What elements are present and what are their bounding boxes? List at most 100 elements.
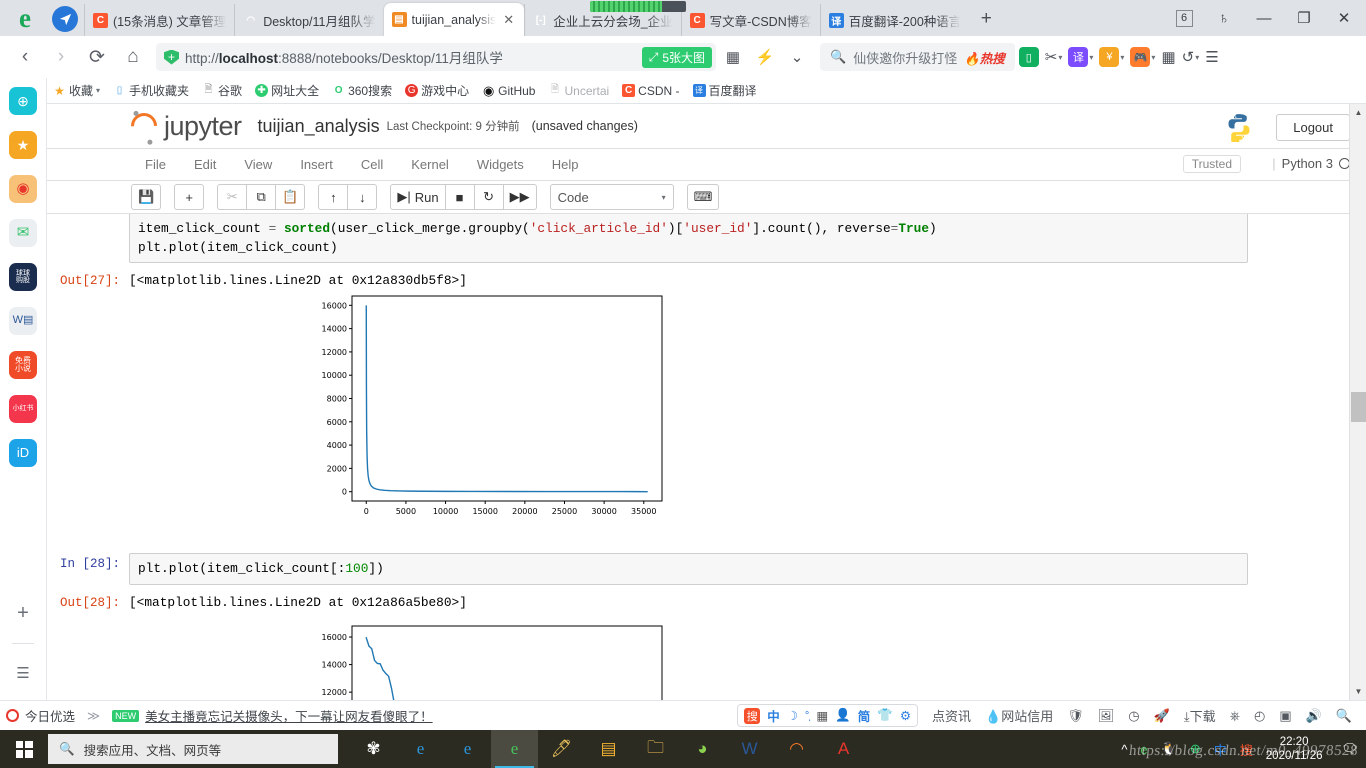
move-cell-up-button[interactable]: ↑	[318, 184, 349, 210]
jupyter-logo[interactable]: jupyter	[125, 107, 242, 145]
iqiyi-icon[interactable]: iD	[9, 439, 37, 467]
browser-tab-1[interactable]: ◠ Desktop/11月组队学	[234, 4, 383, 36]
reader-mode-icon[interactable]: ▣	[1279, 708, 1291, 724]
back-button[interactable]: ‹	[8, 40, 42, 74]
chevron-double-icon[interactable]: ≫	[81, 708, 106, 723]
menu-help[interactable]: Help	[538, 153, 593, 176]
stop-button[interactable]: ■	[444, 184, 475, 210]
app-folder-icon[interactable]: 🗀	[632, 730, 679, 768]
browser-tab-0[interactable]: C (15条消息) 文章管理	[84, 4, 234, 36]
ime-keyboard-icon[interactable]: ▦	[816, 708, 828, 723]
menu-file[interactable]: File	[131, 153, 180, 176]
menu-insert[interactable]: Insert	[286, 153, 347, 176]
scrollbar-thumb[interactable]	[1351, 392, 1366, 422]
menu-widgets[interactable]: Widgets	[463, 153, 538, 176]
menu-edit[interactable]: Edit	[180, 153, 230, 176]
mail-icon[interactable]: ✉	[9, 219, 37, 247]
start-button[interactable]	[0, 730, 48, 768]
reload-icon[interactable]: ⟳	[80, 40, 114, 74]
shield-alt-icon[interactable]: ◴	[1254, 708, 1265, 724]
tray-safeguard-icon[interactable]: ⊕	[1190, 741, 1201, 757]
ime-settings-gear-icon[interactable]: ⚙	[900, 708, 911, 723]
sogou-ime-icon[interactable]: 搜	[744, 707, 761, 724]
minimize-button[interactable]: —	[1244, 1, 1284, 35]
rail-list-button[interactable]: ☰	[9, 660, 37, 688]
bookmark-item-5[interactable]: G 游戏中心	[400, 80, 474, 101]
screenshot-scissors-icon[interactable]: ✂ ▾	[1043, 48, 1065, 66]
copy-cell-button[interactable]: ⧉	[246, 184, 277, 210]
taskbar-search-input[interactable]: 🔍 搜索应用、文档、网页等	[48, 734, 338, 764]
bookmark-item-6[interactable]: ◉ GitHub	[477, 82, 540, 100]
url-input[interactable]: http://localhost:8888/notebooks/Desktop/…	[156, 43, 716, 71]
app-ie-icon[interactable]: e	[397, 730, 444, 768]
weibo-icon[interactable]: ◉	[9, 175, 37, 203]
home-icon[interactable]: ⌂	[116, 40, 150, 74]
hot-search-label[interactable]: 🔥热搜	[964, 48, 1005, 67]
xiaohongshu-icon[interactable]: 小红书	[9, 395, 37, 423]
ime-user-icon[interactable]: 👤	[835, 708, 851, 723]
bookmark-manager-icon[interactable]: ⎈	[1230, 708, 1240, 724]
shopping-coupon-icon[interactable]: ¥ ▾	[1097, 47, 1126, 67]
app-jupyter-icon[interactable]: ◠	[773, 730, 820, 768]
tab-count-badge[interactable]: 6	[1164, 1, 1204, 35]
close-icon[interactable]: ✕	[501, 12, 516, 28]
browser-tab-4[interactable]: C 写文章-CSDN博客	[680, 4, 820, 36]
app-fan-icon[interactable]: ✾	[350, 730, 397, 768]
command-palette-button[interactable]: ⌨	[686, 184, 720, 210]
taskbar-clock[interactable]: 22:20 2020/11/26	[1266, 735, 1329, 764]
navigator-icon[interactable]	[52, 6, 78, 32]
today-picks-label[interactable]: 今日优选	[25, 706, 75, 725]
scroll-down-arrow-icon[interactable]: ▼	[1350, 683, 1366, 700]
qr-code-icon[interactable]: ▦	[718, 42, 748, 72]
forward-button[interactable]: ›	[44, 40, 78, 74]
bookmark-item-7[interactable]: 🗎 Uncertai	[543, 82, 614, 100]
close-button[interactable]: ✕	[1324, 1, 1364, 35]
bookmark-item-2[interactable]: 🗎 谷歌	[197, 80, 247, 101]
ime-moon-icon[interactable]: ☽	[787, 708, 798, 723]
trusted-badge[interactable]: Trusted	[1182, 155, 1241, 173]
run-button[interactable]: ▶| Run	[390, 184, 446, 210]
bookmark-item-8[interactable]: C CSDN -	[617, 82, 684, 100]
app-pdf-icon[interactable]: ▤	[585, 730, 632, 768]
menu-kernel[interactable]: Kernel	[397, 153, 463, 176]
app-360-browser-icon[interactable]: e	[491, 730, 538, 768]
code-editor-28[interactable]: plt.plot(item_click_count[:100])	[129, 553, 1248, 585]
tray-360-icon[interactable]: e	[1140, 742, 1147, 757]
chevron-down-icon[interactable]: ▾	[96, 86, 100, 95]
game-controller-icon[interactable]: 🎮 ▾	[1128, 47, 1157, 67]
app-chat-icon[interactable]: ◕	[679, 730, 726, 768]
news-source-label[interactable]: 点资讯	[932, 706, 971, 725]
ime-lang-chinese[interactable]: 中	[767, 706, 780, 725]
code-editor-27[interactable]: item_click_count = sorted(user_click_mer…	[129, 214, 1248, 264]
app-pen-icon[interactable]: 🖊	[538, 730, 585, 768]
move-cell-down-button[interactable]: ↓	[347, 184, 378, 210]
jd-icon[interactable]: ⊕	[9, 87, 37, 115]
lantern-icon[interactable]: ▯	[1017, 47, 1041, 67]
clock-icon[interactable]: ◷	[1128, 708, 1139, 724]
site-credit-item[interactable]: 💧网站信用	[985, 706, 1053, 725]
cell-type-select[interactable]: Code ▾	[549, 184, 674, 210]
page-scrollbar[interactable]: ▲ ▼	[1349, 104, 1366, 700]
bookmark-item-0[interactable]: ★ 收藏 ▾	[48, 80, 105, 101]
ime-skin-icon[interactable]: 👕	[877, 708, 893, 723]
app-edge-icon[interactable]: e	[444, 730, 491, 768]
chevron-down-icon[interactable]: ⌄	[782, 42, 812, 72]
app-word-icon[interactable]: W	[726, 730, 773, 768]
restart-kernel-button[interactable]: ↻	[473, 184, 504, 210]
qiuqiu-gouwu-icon[interactable]: 球球 购股	[9, 263, 37, 291]
ime-simplified-toggle[interactable]: 简	[858, 706, 871, 725]
paste-cell-button[interactable]: 📋	[275, 184, 306, 210]
maximize-button[interactable]: ❐	[1284, 1, 1324, 35]
restart-run-all-button[interactable]: ▶▶	[502, 184, 537, 210]
tab-recover-icon[interactable]: ♄	[1204, 1, 1244, 35]
tray-expand-icon[interactable]: ^	[1121, 742, 1127, 757]
logout-button[interactable]: Logout	[1276, 114, 1350, 141]
ime-toolbar[interactable]: 搜 中 ☽ °ͅ ▦ 👤 简 👕 ⚙	[737, 704, 919, 727]
add-panel-button[interactable]: +	[9, 599, 37, 627]
cut-cell-button[interactable]: ✂	[217, 184, 248, 210]
find-icon[interactable]: 🔍	[1336, 708, 1352, 724]
word-doc-icon[interactable]: W▤	[9, 307, 37, 335]
big-picture-badge[interactable]: ⤢ 5张大图	[641, 46, 712, 68]
rocket-icon[interactable]: 🚀	[1154, 708, 1170, 724]
save-button[interactable]: 💾	[131, 184, 162, 210]
